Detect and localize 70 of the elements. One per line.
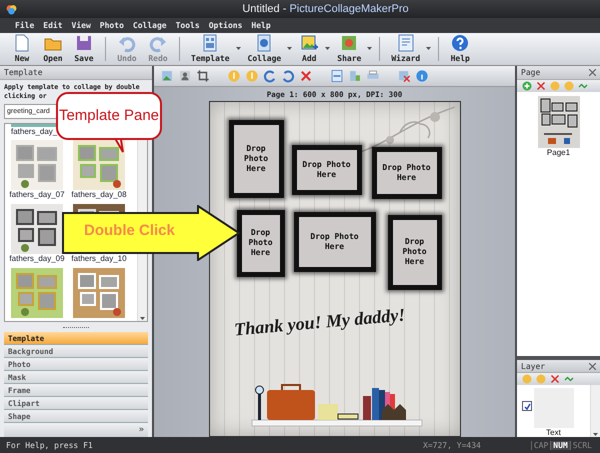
template-label: fathers_day_08: [71, 190, 127, 200]
menu-item[interactable]: Photo: [100, 21, 124, 30]
menu-item[interactable]: Options: [208, 21, 242, 30]
person-icon[interactable]: [178, 68, 192, 83]
page-label: Page1: [546, 148, 570, 157]
template-label: fathers_day_09: [9, 254, 65, 264]
layer-checkbox[interactable]: [522, 401, 532, 411]
close-icon[interactable]: [589, 69, 596, 76]
delete-icon[interactable]: [299, 68, 313, 83]
photo-frame[interactable]: Drop Photo Here: [292, 144, 362, 195]
toolbar-button[interactable]: Template: [187, 33, 234, 65]
menu-item[interactable]: Help: [251, 21, 271, 30]
align-icon[interactable]: [330, 68, 344, 83]
toolbar-button[interactable]: Add: [295, 33, 324, 65]
toolbar-button[interactable]: Wizard: [387, 33, 424, 65]
template-label: fathers_day_10: [71, 254, 127, 264]
photo-frame[interactable]: Drop Photo Here: [372, 146, 442, 199]
info-icon[interactable]: [415, 68, 429, 83]
delete-icon[interactable]: [550, 374, 560, 384]
status-text: For Help, press F1: [6, 440, 93, 450]
layer-label: Text: [546, 428, 561, 437]
layer-thumbnail[interactable]: [534, 388, 574, 428]
panel-title: Layer: [521, 362, 546, 371]
photo-frame[interactable]: Drop Photo Here: [388, 214, 442, 290]
rotate-icon[interactable]: [281, 68, 295, 83]
toolbar-button[interactable]: New: [8, 33, 36, 65]
delete-icon[interactable]: [536, 81, 546, 91]
callout-bubble: Template Pane: [56, 92, 162, 140]
caret-icon[interactable]: [287, 47, 292, 51]
photo-frame[interactable]: Drop Photo Here: [294, 212, 376, 272]
photo-frame[interactable]: Drop Photo Here: [228, 120, 284, 198]
remove-image-icon[interactable]: [397, 68, 411, 83]
image-icon[interactable]: [160, 68, 174, 83]
page-thumbnail[interactable]: [538, 96, 580, 148]
toolbar-button[interactable]: Save: [70, 33, 98, 65]
key-indicator: SCRL: [570, 440, 594, 450]
toolbar-button[interactable]: Share: [333, 33, 366, 65]
wizard-icon[interactable]: [396, 33, 416, 53]
template-label: fathers_day_07: [9, 190, 65, 200]
more-button[interactable]: »: [138, 425, 144, 436]
caret-icon[interactable]: [325, 47, 330, 51]
help-icon[interactable]: [450, 33, 470, 53]
callout-text: Double Click: [84, 222, 175, 239]
rotate-icon[interactable]: [263, 68, 277, 83]
caption-text: Thank you! My daddy!: [232, 304, 406, 340]
caret-icon[interactable]: [426, 47, 432, 51]
menu-item[interactable]: Edit: [43, 21, 63, 30]
save-icon[interactable]: [74, 33, 94, 53]
toolbar-button[interactable]: Open: [39, 33, 67, 65]
panel-title: Page: [521, 68, 540, 77]
toolbar-button[interactable]: Collage: [244, 33, 286, 65]
caret-icon[interactable]: [367, 47, 372, 51]
menu-item[interactable]: View: [72, 21, 91, 30]
menu-item[interactable]: Tools: [176, 21, 200, 30]
crop-icon[interactable]: [196, 68, 210, 83]
coordinates-text: X=727, Y=434: [423, 440, 481, 450]
caret-icon[interactable]: [236, 47, 241, 51]
template-label: fathers_day_: [11, 126, 58, 137]
menu-item[interactable]: File: [15, 21, 34, 30]
toolbar-button[interactable]: Help: [446, 33, 474, 65]
scroll-down-icon[interactable]: [140, 317, 145, 322]
close-icon[interactable]: [589, 362, 596, 370]
menu-item[interactable]: Collage: [132, 21, 167, 30]
photo-frame[interactable]: Drop Photo Here: [236, 210, 284, 277]
key-indicator: NUM: [550, 440, 570, 450]
app-icon: [6, 4, 17, 14]
window-title: Untitled - PictureCollageMakerPro: [241, 3, 410, 15]
panel-title: Template: [4, 68, 43, 77]
layout-icon[interactable]: [348, 68, 362, 83]
add-icon[interactable]: [522, 81, 532, 91]
